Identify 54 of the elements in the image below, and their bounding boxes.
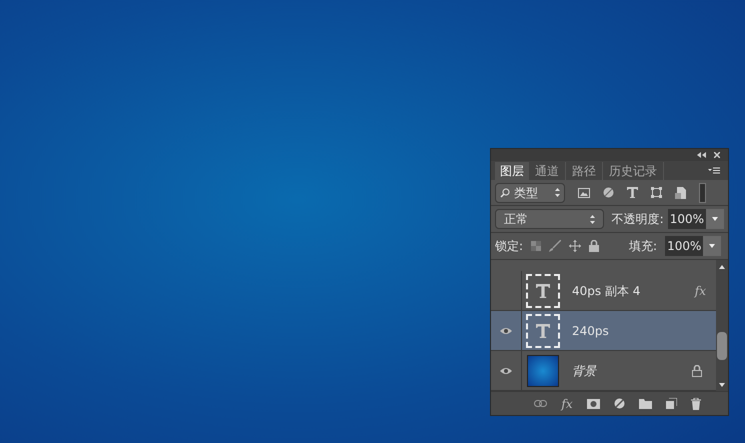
document-icon[interactable]: [675, 186, 686, 198]
layer-name: 240ps: [572, 322, 610, 340]
checker-icon[interactable]: [531, 241, 542, 251]
panel-tab[interactable]: 历史记录: [603, 162, 664, 180]
adjustment-icon[interactable]: [614, 398, 625, 409]
filter-dropdown[interactable]: 类型: [495, 182, 565, 202]
transform-icon[interactable]: [651, 187, 662, 198]
panel-tab[interactable]: 路径: [566, 162, 603, 180]
panel-tab[interactable]: 图层: [495, 162, 529, 180]
type-icon: [536, 284, 550, 298]
move-icon[interactable]: [569, 240, 582, 252]
fill-field[interactable]: 100%: [665, 236, 704, 256]
circle-icon[interactable]: [603, 187, 614, 198]
panel-tab[interactable]: 通道: [529, 162, 566, 180]
caret-icon: [712, 217, 718, 221]
layer-row[interactable]: 240ps: [491, 311, 716, 351]
close-icon[interactable]: [714, 152, 720, 158]
filter-toggle[interactable]: [699, 182, 706, 202]
fill-dropdown-button[interactable]: [703, 236, 722, 256]
lock-icon[interactable]: [589, 240, 600, 252]
opacity-field[interactable]: 100%: [668, 209, 706, 229]
folder-icon[interactable]: [638, 398, 652, 408]
stepper-icon: [590, 214, 595, 224]
type-icon: [536, 324, 550, 338]
link-icon[interactable]: [534, 400, 548, 407]
collapse-icon[interactable]: [697, 152, 706, 158]
effects-button[interactable]: fx: [561, 394, 573, 412]
layer-name: 40ps 副本 4: [572, 282, 642, 300]
caret-icon: [709, 244, 716, 248]
layer-name: 背景: [572, 362, 598, 380]
image-icon[interactable]: [578, 188, 590, 198]
brush-icon[interactable]: [549, 240, 562, 252]
trash-icon[interactable]: [690, 398, 701, 410]
eye-icon[interactable]: [500, 326, 512, 334]
opacity-label: 不透明度:: [612, 211, 664, 228]
scroll-thumb[interactable]: [717, 332, 727, 360]
panel-menu-icon[interactable]: [708, 167, 720, 174]
stepper-icon: [555, 188, 560, 197]
eye-icon[interactable]: [500, 366, 512, 374]
blend-mode-dropdown[interactable]: 正常: [495, 209, 604, 229]
mask-icon[interactable]: [586, 398, 600, 408]
search-icon: [500, 188, 510, 198]
scroll-up-icon[interactable]: [719, 265, 725, 269]
layer-row[interactable]: 40ps 副本 4 fx: [491, 271, 716, 311]
new-layer-icon[interactable]: [666, 398, 677, 409]
layer-row[interactable]: 背景: [491, 351, 716, 391]
effects-label: fx: [694, 282, 706, 300]
scroll-down-icon[interactable]: [719, 383, 725, 387]
type-icon[interactable]: [627, 187, 638, 198]
scrollbar[interactable]: [716, 260, 728, 391]
fill-label: 填充:: [629, 238, 658, 255]
image-layer-thumbnail: [527, 354, 559, 386]
lock-label: 锁定:: [495, 238, 524, 255]
opacity-dropdown-button[interactable]: [706, 209, 724, 229]
